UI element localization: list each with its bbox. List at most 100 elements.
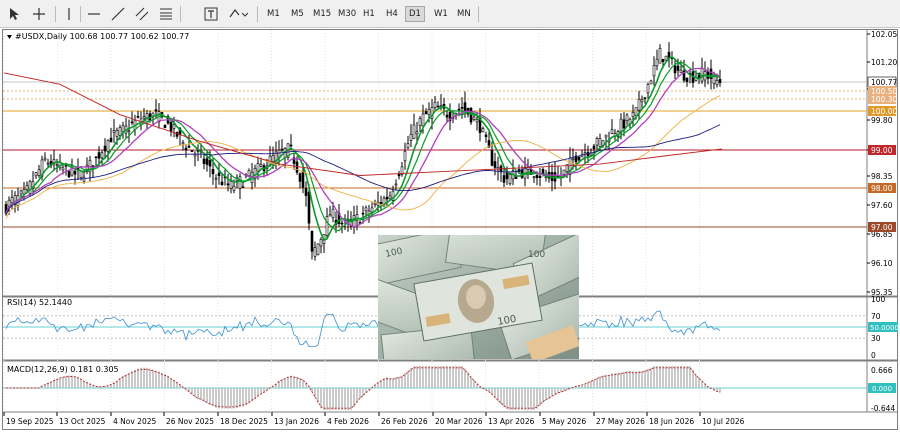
macd-histogram-bar: [647, 368, 649, 388]
macd-histogram-bar: [200, 388, 202, 401]
candle: [328, 214, 332, 217]
candle: [277, 149, 281, 158]
candle: [208, 159, 212, 167]
candle: [310, 230, 314, 252]
candle: [439, 105, 443, 107]
candle: [106, 140, 110, 152]
macd-histogram-bar: [404, 373, 406, 388]
date-tick-label: 4 Nov 2025: [113, 417, 156, 426]
macd-histogram-bar: [539, 388, 541, 406]
candle: [19, 190, 23, 195]
candle: [364, 207, 368, 212]
macd-histogram-bar: [299, 378, 301, 388]
candle: [646, 84, 650, 94]
macd-histogram-bar: [236, 388, 238, 409]
macd-histogram-bar: [287, 376, 289, 388]
macd-histogram-bar: [161, 373, 163, 388]
price-level-tag-label: 100.30: [871, 95, 897, 104]
macd-histogram-bar: [419, 366, 421, 388]
candle: [28, 181, 32, 194]
macd-histogram-bar: [473, 379, 475, 388]
macd-histogram-bar: [245, 388, 247, 406]
price-level-tag-label: 99.00: [871, 146, 893, 155]
candle: [214, 177, 218, 180]
macd-histogram-bar: [620, 372, 622, 388]
candle: [679, 69, 683, 74]
macd-histogram-bar: [617, 373, 619, 388]
ma-red-line: [3, 72, 723, 176]
macd-histogram-bar: [62, 376, 64, 388]
candle: [55, 164, 59, 166]
macd-histogram-bar: [518, 388, 520, 410]
macd-histogram-bar: [221, 388, 223, 409]
macd-histogram-bar: [614, 373, 616, 388]
macd-histogram-bar: [677, 366, 679, 388]
macd-histogram-bar: [605, 374, 607, 388]
macd-histogram-bar: [146, 367, 148, 388]
candle: [241, 186, 245, 189]
candle: [397, 173, 401, 177]
macd-histogram-bar: [227, 388, 229, 409]
macd-histogram-bar: [512, 388, 514, 410]
candle: [595, 138, 599, 146]
macd-histogram-bar: [608, 374, 610, 388]
macd-histogram-bar: [611, 373, 613, 388]
macd-histogram-bar: [239, 388, 241, 407]
macd-histogram-bar: [347, 388, 349, 410]
candle: [319, 239, 323, 247]
candle: [169, 121, 173, 132]
macd-histogram-bar: [425, 366, 427, 388]
macd-histogram-bar: [413, 366, 415, 388]
macd-histogram-bar: [683, 366, 685, 388]
rsi-tick-label: 70: [871, 312, 881, 321]
svg-text:100: 100: [528, 250, 545, 260]
candle: [715, 80, 719, 86]
candle: [436, 105, 440, 108]
candle: [673, 65, 677, 74]
macd-histogram-bar: [692, 369, 694, 388]
candle: [610, 129, 614, 134]
candle: [355, 214, 359, 222]
date-tick-label: 10 Jul 2026: [702, 417, 745, 426]
macd-histogram-bar: [218, 388, 220, 409]
candle: [109, 137, 113, 143]
macd-histogram-bar: [446, 366, 448, 388]
candle: [700, 67, 704, 82]
macd-histogram-bar: [653, 366, 655, 388]
candle: [592, 145, 596, 150]
macd-histogram-bar: [434, 366, 436, 388]
candle: [403, 150, 407, 162]
date-tick-label: 4 Feb 2026: [327, 417, 369, 426]
candle: [94, 156, 98, 159]
candle: [571, 158, 575, 161]
macd-histogram-bar: [401, 375, 403, 388]
chart-collapse-icon[interactable]: [7, 35, 12, 39]
macd-histogram-bar: [284, 378, 286, 388]
candle: [127, 130, 131, 133]
macd-histogram-bar: [389, 378, 391, 388]
candle: [34, 172, 38, 177]
candle: [229, 181, 233, 189]
candle: [502, 175, 506, 183]
candle: [118, 127, 122, 136]
macd-histogram-bar: [323, 388, 325, 410]
candle: [259, 164, 263, 167]
macd-histogram-bar: [410, 367, 412, 388]
macd-histogram-bar: [545, 388, 547, 401]
macd-histogram-bar: [101, 386, 103, 388]
ma-yellow-line: [5, 95, 721, 220]
macd-histogram-bar: [689, 366, 691, 388]
price-tick-label: 95.35: [871, 288, 893, 297]
macd-histogram-bar: [509, 388, 511, 410]
candle: [10, 197, 14, 203]
candle: [103, 145, 107, 152]
candle: [67, 171, 71, 178]
candle: [481, 128, 485, 133]
rsi-line: [5, 308, 721, 347]
candle: [577, 156, 581, 161]
date-tick-label: 13 Jan 2026: [274, 417, 319, 426]
macd-histogram-bar: [587, 382, 589, 388]
price-chart[interactable]: 100 70 30 0 50.0000 0.666 -0.644 0.000 102.05 1…: [0, 0, 900, 432]
candle: [427, 108, 431, 116]
date-tick-label: 26 Feb 2026: [381, 417, 428, 426]
